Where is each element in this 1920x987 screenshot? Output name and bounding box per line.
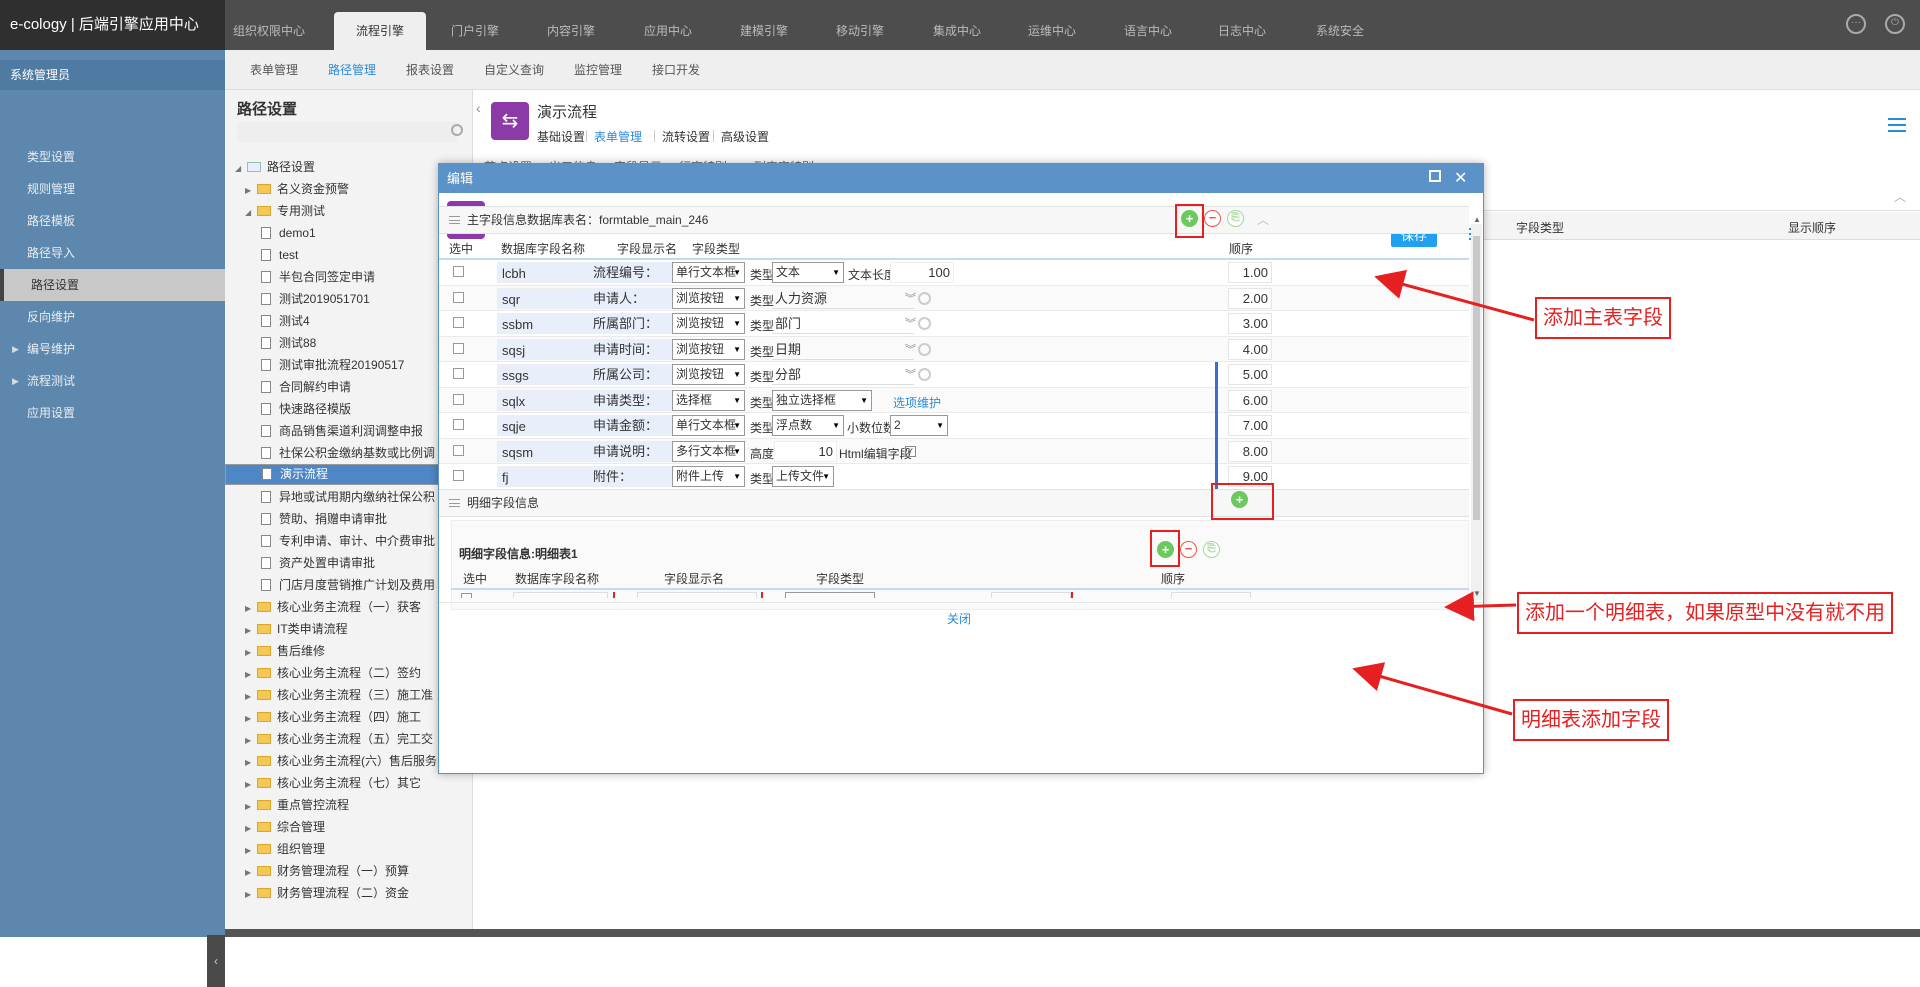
collapse-sidebar-button[interactable]: ‹ [207,935,225,987]
bottom-bar [225,929,1920,937]
arrow-add-main [1374,269,1535,322]
annotation-arrows [1352,269,1535,716]
annotation-add-main-field: 添加主表字段 [1535,297,1671,339]
arrow-add-detail-field [1352,662,1513,716]
annotation-add-detail-table: 添加一个明细表，如果原型中没有就不用 [1517,592,1893,634]
annotation-add-detail-field: 明细表添加字段 [1513,699,1669,741]
arrow-add-detail-table [1444,591,1517,622]
